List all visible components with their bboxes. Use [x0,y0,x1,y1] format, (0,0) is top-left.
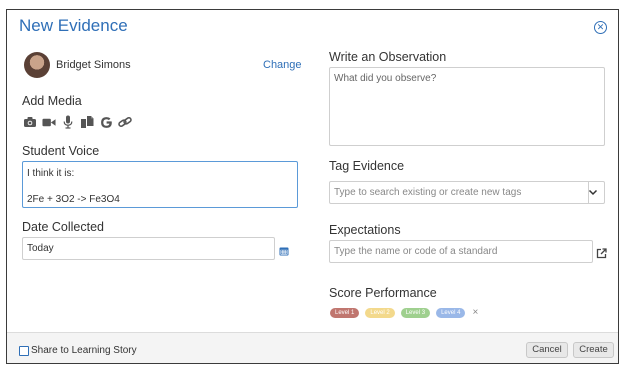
microphone-icon[interactable] [61,115,75,129]
date-collected-input[interactable]: Today [22,237,275,260]
student-voice-line: 2Fe + 3O2 -> Fe3O4 [27,194,120,205]
clear-score-icon[interactable]: × [472,307,478,318]
observation-label: Write an Observation [329,50,447,64]
student-voice-label: Student Voice [22,144,100,158]
video-icon[interactable] [42,115,56,129]
documents-icon[interactable] [80,115,94,129]
new-evidence-dialog: New Evidence ✕ Bridget Simons Change Add… [6,9,619,364]
google-icon[interactable] [99,115,113,129]
level-1-badge[interactable]: Level 1 [330,307,360,318]
share-checkbox[interactable] [19,346,29,356]
score-performance-label: Score Performance [329,286,437,300]
student-voice-textarea[interactable]: I think it is: 2Fe + 3O2 -> Fe3O4 [22,161,298,208]
media-toolbar [23,115,132,129]
change-student-link[interactable]: Change [263,59,302,71]
tag-search-input[interactable]: Type to search existing or create new ta… [329,181,605,204]
level-2-badge[interactable]: Level 2 [365,307,395,318]
link-icon[interactable] [118,115,132,129]
tag-evidence-label: Tag Evidence [329,159,405,173]
create-button[interactable]: Create [573,342,614,358]
close-icon[interactable]: ✕ [594,21,607,34]
avatar [24,52,50,78]
level-3-badge[interactable]: Level 3 [400,307,431,318]
expectations-label: Expectations [329,223,401,237]
tag-search-placeholder: Type to search existing or create new ta… [334,187,522,198]
external-link-icon[interactable] [596,246,607,259]
student-voice-line: I think it is: [27,168,75,179]
calendar-icon[interactable] [279,243,289,256]
student-voice-line [27,180,293,193]
standard-search-input[interactable]: Type the name or code of a standard [329,240,593,263]
level-4-badge[interactable]: Level 4 [436,307,466,318]
dialog-title: New Evidence [19,16,128,35]
date-collected-label: Date Collected [22,220,104,234]
student-name: Bridget Simons [56,59,131,71]
dialog-footer: Share to Learning Story Cancel Create [7,332,618,363]
score-levels: Level 1 Level 2 Level 3 Level 4 × [330,307,478,318]
chevron-down-icon[interactable] [588,187,598,197]
observation-textarea[interactable]: What did you observe? [329,67,605,146]
cancel-button[interactable]: Cancel [526,342,568,358]
add-media-label: Add Media [22,94,82,108]
camera-icon[interactable] [23,115,37,129]
share-label[interactable]: Share to Learning Story [31,345,137,356]
